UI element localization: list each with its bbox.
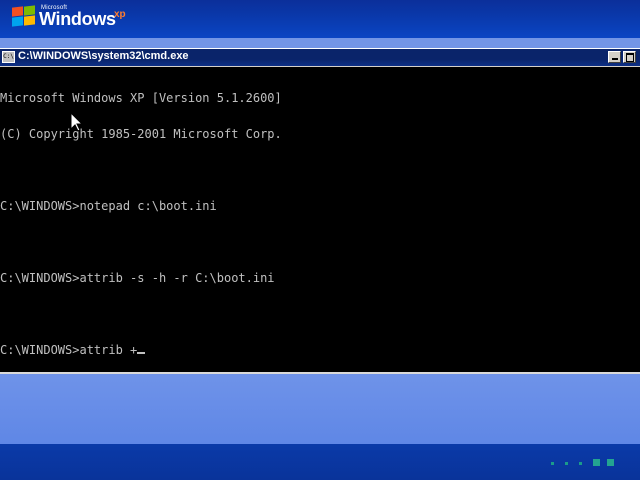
console-line: (C) Copyright 1985-2001 Microsoft Corp. (0, 127, 282, 141)
console-line: C:\WINDOWS>attrib -s -h -r C:\boot.ini (0, 271, 275, 285)
window-title: C:\WINDOWS\system32\cmd.exe (18, 50, 189, 62)
console-prompt-line[interactable]: C:\WINDOWS>attrib + (0, 344, 640, 356)
cmd-window[interactable]: C:\ C:\WINDOWS\system32\cmd.exe Microsof… (0, 48, 640, 374)
brand-edition: xp (114, 9, 126, 20)
minimize-button[interactable] (608, 51, 621, 63)
brand-product: Windows (39, 9, 116, 29)
text-cursor (137, 352, 146, 354)
progress-indicator (551, 459, 631, 469)
console-output[interactable]: Microsoft Windows XP [Version 5.1.2600] … (0, 68, 640, 368)
lower-panel (0, 372, 640, 444)
windows-logo: Microsoft Windows xp (11, 3, 141, 33)
maximize-button[interactable] (623, 51, 636, 63)
console-line: C:\WINDOWS>notepad c:\boot.ini (0, 199, 217, 213)
top-banner: Microsoft Windows xp (0, 0, 640, 38)
bottom-bar (0, 444, 640, 480)
console-input[interactable]: C:\WINDOWS>attrib + (0, 343, 137, 357)
console-line: Microsoft Windows XP [Version 5.1.2600] (0, 91, 282, 105)
cmd-icon[interactable]: C:\ (2, 51, 15, 63)
windows-flag-icon (11, 5, 37, 28)
title-bar[interactable]: C:\ C:\WINDOWS\system32\cmd.exe (0, 49, 640, 67)
